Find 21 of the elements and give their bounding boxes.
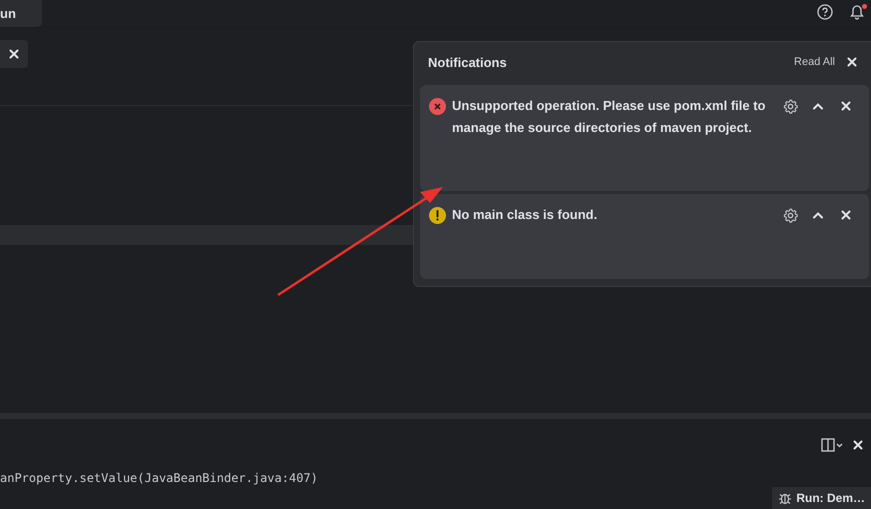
close-icon	[847, 57, 857, 67]
run-status-button[interactable]: Run: Dem…	[772, 487, 871, 509]
close-icon	[9, 49, 19, 59]
chevron-up-icon	[812, 102, 824, 110]
close-icon	[841, 101, 851, 111]
bug-icon	[778, 491, 792, 505]
settings-icon	[782, 208, 798, 222]
notification-message: No main class is found.	[452, 206, 598, 224]
panel-title: Notifications	[428, 54, 508, 70]
close-button[interactable]	[853, 440, 863, 450]
close-button[interactable]	[847, 57, 857, 67]
close-button[interactable]	[0, 40, 28, 68]
close-icon	[853, 440, 863, 450]
console-line: anProperty.setValue(JavaBeanBinder.java:407)	[0, 471, 319, 485]
run-tab[interactable]: un	[0, 0, 42, 27]
layout-button[interactable]	[821, 438, 843, 452]
chevron-up-icon	[812, 211, 824, 219]
read-all-link[interactable]: Read All	[794, 56, 835, 68]
settings-icon	[782, 98, 798, 114]
notification-message: Unsupported operation. Please use pom.xml file to manage the source directories of maven project.	[452, 97, 766, 137]
close-icon	[841, 210, 851, 220]
